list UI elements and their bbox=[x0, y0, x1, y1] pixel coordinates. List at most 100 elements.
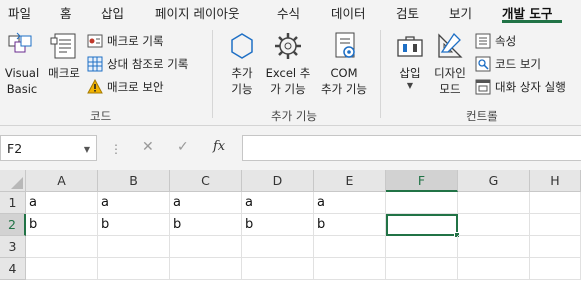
cell-f4[interactable] bbox=[386, 258, 458, 280]
column-header-h[interactable]: H bbox=[530, 170, 581, 192]
cell-e1[interactable]: a bbox=[314, 192, 386, 214]
com-addins-label-2: 추가 기능 bbox=[321, 82, 367, 96]
relative-refs-icon bbox=[87, 56, 103, 72]
tab-home[interactable]: 홈 bbox=[60, 3, 72, 22]
addins-label-1: 추가 bbox=[231, 66, 253, 80]
tab-formulas[interactable]: 수식 bbox=[277, 3, 300, 22]
active-tab-indicator bbox=[502, 20, 562, 23]
select-all-triangle-icon bbox=[11, 177, 23, 189]
cell-b3[interactable] bbox=[98, 236, 170, 258]
cell-g1[interactable] bbox=[458, 192, 530, 214]
group-separator bbox=[380, 30, 381, 118]
cell-d4[interactable] bbox=[242, 258, 314, 280]
gear-icon bbox=[275, 33, 301, 59]
insert-function-icon[interactable]: fx bbox=[213, 139, 225, 154]
insert-control-button[interactable]: 삽입 ▼ bbox=[392, 30, 428, 91]
run-dialog-button[interactable]: 대화 상자 실행 bbox=[475, 78, 579, 96]
cell-d3[interactable] bbox=[242, 236, 314, 258]
cell-d1[interactable]: a bbox=[242, 192, 314, 214]
column-header-d[interactable]: D bbox=[242, 170, 314, 192]
column-header-g[interactable]: G bbox=[458, 170, 530, 192]
com-addins-label-1: COM bbox=[330, 66, 358, 80]
cell-b2[interactable]: b bbox=[98, 214, 170, 236]
tab-data[interactable]: 데이터 bbox=[331, 3, 366, 22]
cell-g3[interactable] bbox=[458, 236, 530, 258]
chevron-down-icon[interactable]: ▼ bbox=[84, 145, 90, 154]
cell-c1[interactable]: a bbox=[170, 192, 242, 214]
design-mode-label-1: 디자인 bbox=[434, 66, 466, 80]
properties-button[interactable]: 속성 bbox=[475, 32, 579, 50]
vertical-dots-icon[interactable]: ⋮ bbox=[110, 142, 122, 156]
select-all-button[interactable] bbox=[0, 170, 26, 192]
cell-h2[interactable] bbox=[530, 214, 581, 236]
column-header-f[interactable]: F bbox=[386, 170, 458, 192]
relative-refs-button[interactable]: 상대 참조로 기록 bbox=[87, 55, 205, 73]
column-header-a[interactable]: A bbox=[26, 170, 98, 192]
row-header-2[interactable]: 2 bbox=[0, 214, 26, 236]
enter-icon[interactable]: ✓ bbox=[177, 139, 189, 155]
relative-refs-label: 상대 참조로 기록 bbox=[107, 57, 189, 71]
cell-f2[interactable] bbox=[386, 214, 458, 236]
cell-a2[interactable]: b bbox=[26, 214, 98, 236]
column-header-c[interactable]: C bbox=[170, 170, 242, 192]
row-header-3[interactable]: 3 bbox=[0, 236, 26, 258]
cell-b1[interactable]: a bbox=[98, 192, 170, 214]
excel-addins-button[interactable]: Excel 추 가 기능 bbox=[264, 30, 312, 97]
group-label-code: 코드 bbox=[90, 109, 112, 123]
spreadsheet-grid[interactable]: ABCDEFGH1aaaaa2bbbbb34 bbox=[0, 170, 581, 285]
chevron-down-icon: ▼ bbox=[406, 81, 414, 90]
formula-input[interactable] bbox=[242, 135, 581, 161]
tab-insert[interactable]: 삽입 bbox=[101, 3, 124, 22]
row-header-1[interactable]: 1 bbox=[0, 192, 26, 214]
record-macro-button[interactable]: 매크로 기록 bbox=[87, 32, 205, 50]
name-box[interactable]: F2 ▼ bbox=[0, 135, 97, 161]
cell-e3[interactable] bbox=[314, 236, 386, 258]
cell-g4[interactable] bbox=[458, 258, 530, 280]
addins-label-2: 기능 bbox=[231, 82, 253, 96]
cell-e4[interactable] bbox=[314, 258, 386, 280]
column-header-e[interactable]: E bbox=[314, 170, 386, 192]
view-code-button[interactable]: 코드 보기 bbox=[475, 55, 579, 73]
record-macro-label: 매크로 기록 bbox=[107, 34, 164, 48]
warning-icon bbox=[87, 79, 103, 94]
name-box-value: F2 bbox=[7, 141, 23, 156]
ribbon-developer: Visual Basic 매크로 매크로 기록 상대 참조로 기록 매크로 보안… bbox=[0, 24, 581, 126]
visual-basic-button[interactable]: Visual Basic bbox=[2, 30, 42, 97]
cancel-icon[interactable]: ✕ bbox=[142, 139, 154, 155]
com-addins-button[interactable]: COM 추가 기능 bbox=[316, 30, 372, 97]
cell-d2[interactable]: b bbox=[242, 214, 314, 236]
cell-f1[interactable] bbox=[386, 192, 458, 214]
cell-e2[interactable]: b bbox=[314, 214, 386, 236]
tab-view[interactable]: 보기 bbox=[449, 3, 472, 22]
view-code-icon bbox=[475, 56, 491, 72]
toolbox-icon bbox=[397, 36, 423, 57]
tab-review[interactable]: 검토 bbox=[396, 3, 419, 22]
macros-label: 매크로 bbox=[48, 66, 80, 80]
row-header-4[interactable]: 4 bbox=[0, 258, 26, 280]
cell-g2[interactable] bbox=[458, 214, 530, 236]
cell-a3[interactable] bbox=[26, 236, 98, 258]
com-addins-icon bbox=[335, 32, 355, 58]
cell-h1[interactable] bbox=[530, 192, 581, 214]
cell-c3[interactable] bbox=[170, 236, 242, 258]
cell-a4[interactable] bbox=[26, 258, 98, 280]
column-header-b[interactable]: B bbox=[98, 170, 170, 192]
tab-file[interactable]: 파일 bbox=[8, 3, 31, 22]
cell-c4[interactable] bbox=[170, 258, 242, 280]
design-mode-button[interactable]: 디자인 모드 bbox=[430, 30, 470, 97]
macros-button[interactable]: 매크로 bbox=[43, 30, 85, 81]
tab-page-layout[interactable]: 페이지 레이아웃 bbox=[155, 3, 239, 22]
visual-basic-label-2: Basic bbox=[6, 82, 38, 96]
record-macro-icon bbox=[87, 34, 103, 48]
cell-h3[interactable] bbox=[530, 236, 581, 258]
cell-h4[interactable] bbox=[530, 258, 581, 280]
cell-c2[interactable]: b bbox=[170, 214, 242, 236]
cell-f3[interactable] bbox=[386, 236, 458, 258]
cell-a1[interactable]: a bbox=[26, 192, 98, 214]
visual-basic-icon bbox=[8, 32, 32, 53]
addins-button[interactable]: 추가 기능 bbox=[222, 30, 262, 97]
visual-basic-label-1: Visual bbox=[4, 66, 40, 80]
macro-security-button[interactable]: 매크로 보안 bbox=[87, 78, 205, 96]
cell-b4[interactable] bbox=[98, 258, 170, 280]
macro-security-label: 매크로 보안 bbox=[107, 80, 164, 94]
